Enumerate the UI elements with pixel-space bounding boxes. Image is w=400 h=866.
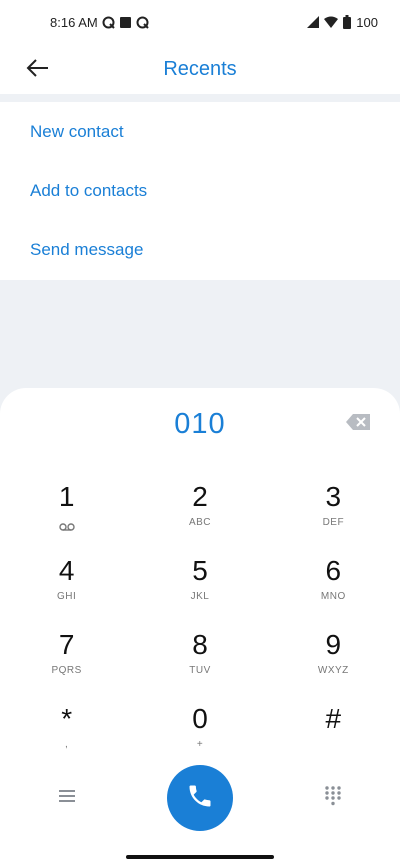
- key-6[interactable]: 6 MNO: [267, 552, 400, 626]
- new-contact-item[interactable]: New contact: [0, 102, 400, 161]
- keypad-cell: [267, 778, 400, 818]
- dialpad-actions: [0, 758, 400, 838]
- number-row: 010: [0, 402, 400, 446]
- key-digit: 7: [58, 629, 75, 660]
- add-to-contacts-item[interactable]: Add to contacts: [0, 161, 400, 220]
- key-digit: *: [61, 703, 73, 734]
- key-letters: DEF: [322, 517, 345, 528]
- key-8[interactable]: 8 TUV: [133, 626, 266, 700]
- status-right: 100: [307, 15, 378, 30]
- home-indicator[interactable]: [126, 855, 274, 859]
- call-button[interactable]: [166, 765, 233, 831]
- dialed-number[interactable]: 010: [174, 408, 225, 441]
- call-cell: [133, 765, 266, 831]
- key-letters: +: [196, 739, 204, 750]
- wifi-icon: [324, 16, 339, 28]
- key-digit: 9: [325, 629, 342, 660]
- header-separator: [0, 94, 400, 102]
- notification-q-icon-2: [136, 16, 149, 29]
- key-letters: ,: [65, 739, 69, 750]
- key-9[interactable]: 9 WXYZ: [267, 626, 400, 700]
- key-letters: TUV: [189, 665, 211, 676]
- keypad-toggle-button[interactable]: [313, 778, 353, 818]
- keypad-icon: [325, 785, 342, 811]
- back-arrow-icon: [26, 58, 50, 83]
- battery-level: 100: [356, 14, 378, 30]
- voicemail-icon: [58, 518, 75, 536]
- status-time: 8:16 AM: [50, 14, 98, 30]
- key-digit: 2: [192, 481, 208, 512]
- app-header: Recents: [0, 44, 400, 94]
- signal-icon: [307, 16, 320, 28]
- keypad-grid: 1 2 ABC 3 DEF 4 GHI 5 JKL 6 MNO 7 PQRS 8…: [0, 478, 400, 774]
- key-digit: 4: [58, 555, 75, 586]
- status-left: 8:16 AM: [50, 15, 149, 30]
- backspace-icon: [346, 414, 370, 434]
- status-bar: 8:16 AM 100: [0, 0, 400, 44]
- number-actions-menu: New contact Add to contacts Send message: [0, 102, 400, 280]
- menu-button[interactable]: [47, 778, 87, 818]
- menu-cell: [0, 778, 133, 818]
- back-button[interactable]: [20, 52, 56, 88]
- key-3[interactable]: 3 DEF: [267, 478, 400, 552]
- notification-q-icon: [102, 16, 115, 29]
- key-letters: JKL: [190, 591, 210, 602]
- key-letters: ABC: [188, 517, 212, 528]
- key-7[interactable]: 7 PQRS: [0, 626, 133, 700]
- key-1[interactable]: 1: [0, 478, 133, 552]
- key-digit: 8: [192, 629, 208, 660]
- notification-square-icon: [119, 16, 132, 29]
- battery-icon: [343, 15, 352, 29]
- key-letters: MNO: [320, 591, 346, 602]
- page-title: Recents: [163, 57, 237, 80]
- key-digit: 1: [58, 481, 75, 512]
- backspace-button[interactable]: [346, 414, 370, 434]
- key-2[interactable]: 2 ABC: [133, 478, 266, 552]
- key-digit: 5: [192, 555, 208, 586]
- key-digit: #: [325, 703, 342, 734]
- key-letters: WXYZ: [317, 665, 349, 676]
- key-digit: 0: [192, 703, 208, 734]
- key-4[interactable]: 4 GHI: [0, 552, 133, 626]
- key-5[interactable]: 5 JKL: [133, 552, 266, 626]
- key-digit: 3: [325, 481, 342, 512]
- phone-call-icon: [186, 782, 214, 815]
- key-letters: GHI: [57, 591, 77, 602]
- key-letters: PQRS: [51, 665, 82, 676]
- send-message-item[interactable]: Send message: [0, 220, 400, 279]
- key-digit: 6: [325, 555, 342, 586]
- menu-icon: [58, 789, 75, 807]
- dialpad-panel: 010 1 2 ABC 3 DEF 4 GHI 5 JKL 6 MNO 7 PQ…: [0, 388, 400, 866]
